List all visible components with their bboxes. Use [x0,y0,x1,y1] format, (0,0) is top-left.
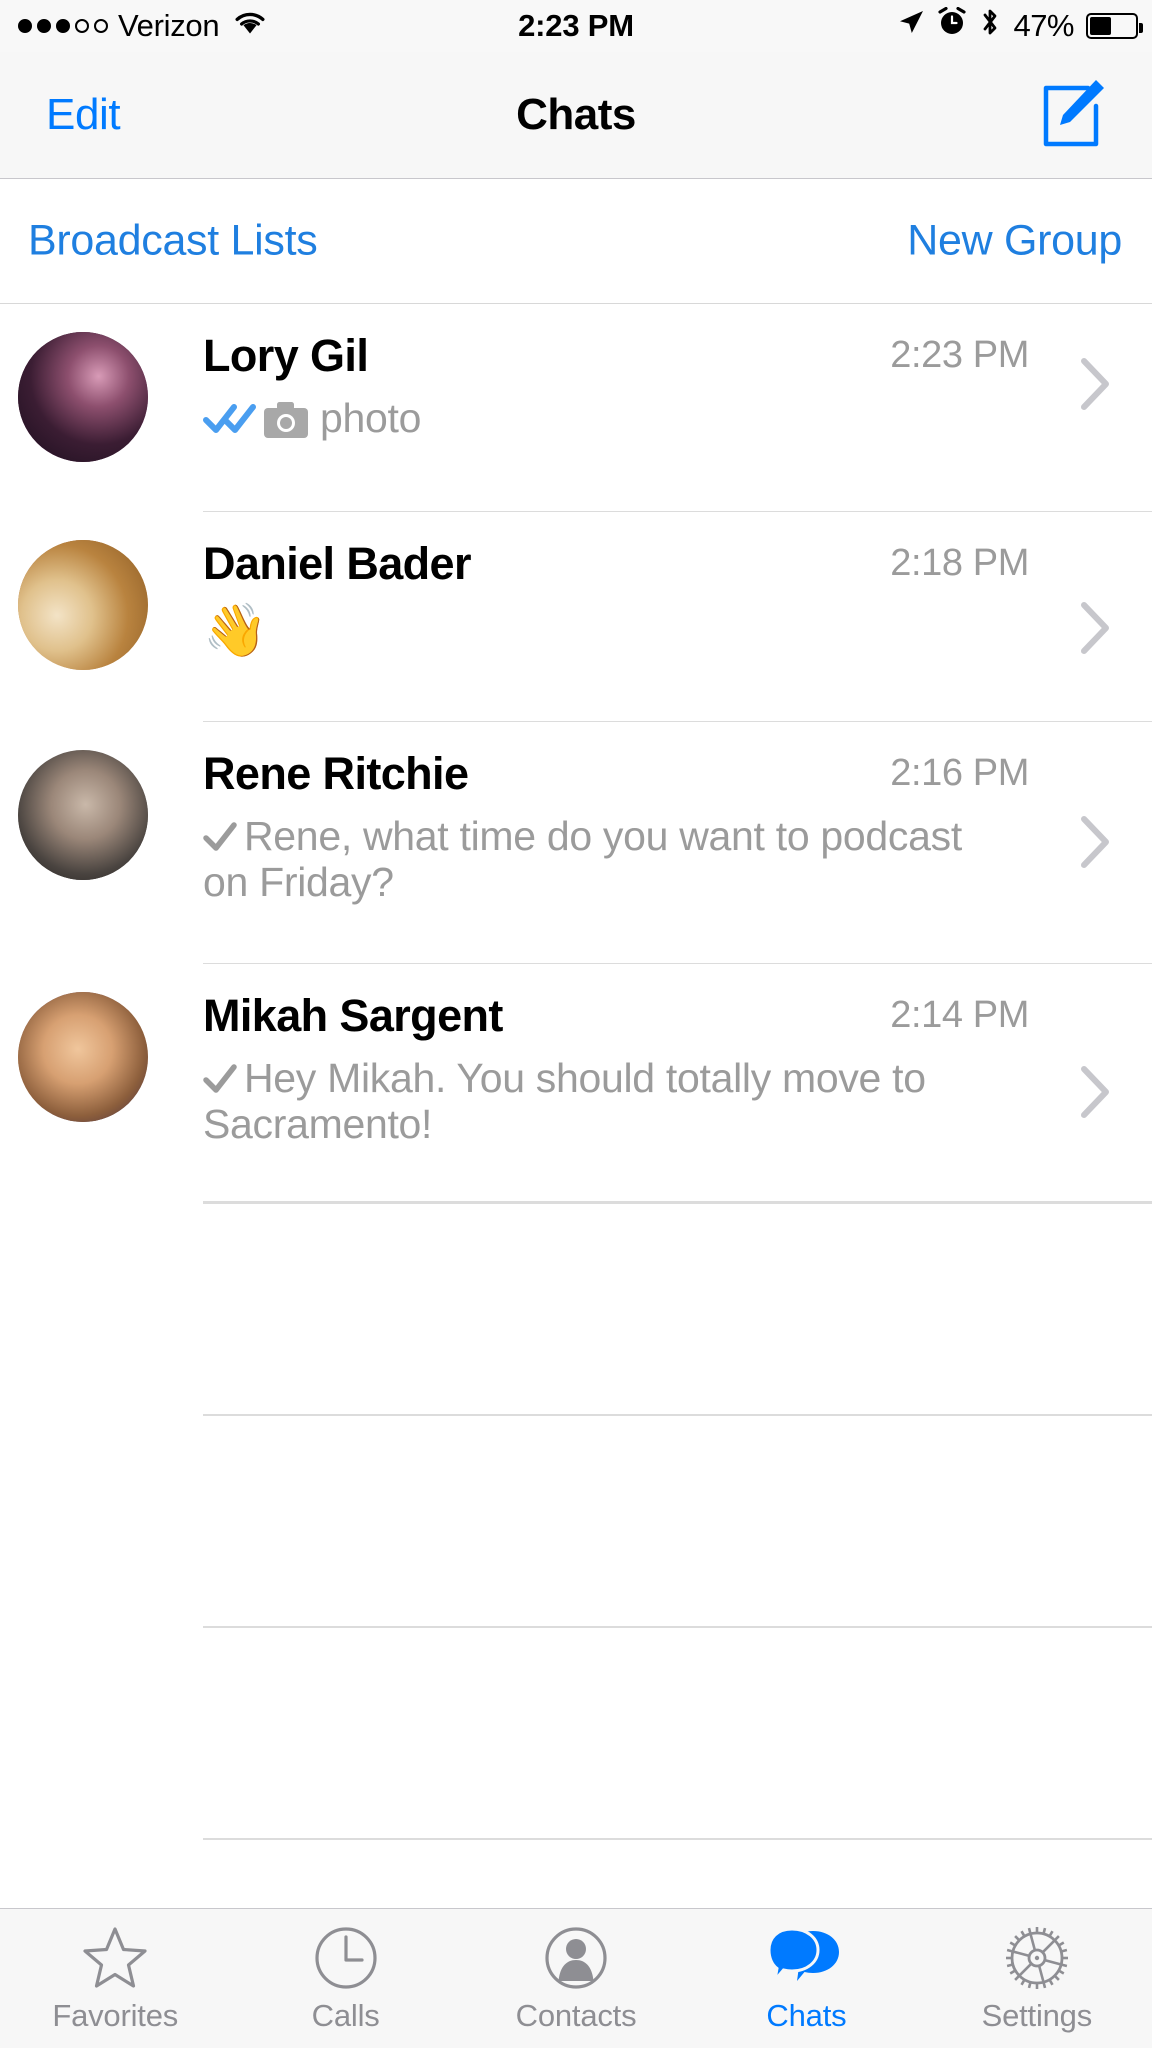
tab-bar[interactable]: Favorites Calls Contacts Chats Settings [0,1908,1152,2048]
camera-icon [264,402,308,446]
chat-preview: Rene, what time do you want to podcast o… [203,815,1152,903]
tab-settings[interactable]: Settings [922,1909,1152,2048]
tab-label: Chats [766,1997,847,2033]
chevron-right-icon [1078,1064,1112,1125]
tab-label: Favorites [52,1997,179,2033]
gear-icon [1004,1924,1070,1992]
chat-row-body: Mikah Sargent 2:14 PM Hey Mikah. You shoul… [203,990,1152,1145]
avatar[interactable] [18,992,148,1122]
chat-row-header: Lory Gil 2:23 PM [203,330,1152,384]
tab-contacts[interactable]: Contacts [461,1909,691,2048]
chat-timestamp: 2:23 PM [890,334,1029,376]
chat-preview: photo [203,397,1152,446]
chat-preview: 👋 [203,605,1152,657]
avatar[interactable] [18,750,148,880]
chevron-right-icon [1078,356,1112,417]
single-check-icon [203,1060,237,1103]
preview-emoji: 👋 [203,602,268,660]
tab-chats[interactable]: Chats [691,1909,921,2048]
tab-label: Calls [311,1997,380,2033]
chat-bubbles-icon [769,1924,843,1992]
single-check-icon [203,818,237,861]
person-icon [543,1924,609,1992]
chat-row-header: Rene Ritchie 2:16 PM [203,748,1152,802]
chat-timestamp: 2:16 PM [890,752,1029,794]
bluetooth-icon [979,7,1001,45]
chat-contact-name: Daniel Bader [203,538,472,589]
chat-preview-text: Rene, what time do you want to podcast o… [203,813,962,905]
empty-list-row [0,1202,1152,1414]
chat-row-body: Daniel Bader 2:18 PM 👋 [203,538,1152,657]
chat-row-body: Rene Ritchie 2:16 PM Rene, what time do yo… [203,748,1152,903]
whatsapp-chats-screen: Verizon 2:23 PM 47% Edit Chats Broadcast… [0,0,1152,2048]
chat-preview-text: photo [320,395,422,441]
chat-timestamp: 2:14 PM [890,994,1029,1036]
chat-contact-name: Mikah Sargent [203,990,503,1041]
chat-contact-name: Lory Gil [203,330,369,381]
chat-preview-text: Hey Mikah. You should totally move to Sa… [203,1055,926,1147]
tab-favorites[interactable]: Favorites [0,1909,230,2048]
tab-label: Contacts [515,1997,637,2033]
chat-row-body: Lory Gil 2:23 PM photo [203,330,1152,446]
chevron-right-icon [1078,600,1112,661]
status-bar: Verizon 2:23 PM 47% [0,0,1152,52]
tab-label: Settings [981,1997,1093,2033]
battery-percent-label: 47% [1013,8,1074,43]
chat-row-header: Mikah Sargent 2:14 PM [203,990,1152,1044]
avatar[interactable] [18,540,148,670]
chat-list[interactable]: Lory Gil 2:23 PM photo Daniel Bader 2:18 PM 👋… [0,304,1152,2048]
double-check-icon [203,400,257,443]
chevron-right-icon [1078,814,1112,875]
chat-preview: Hey Mikah. You should totally move to Sa… [203,1057,1152,1145]
row-separator [203,1626,1152,1628]
row-separator [203,1838,1152,1840]
navigation-bar: Edit Chats [0,52,1152,179]
clock-icon [313,1924,379,1992]
status-bar-right: 47% [897,6,1143,45]
chat-contact-name: Rene Ritchie [203,748,469,799]
alarm-clock-icon [937,6,967,45]
chat-row-header: Daniel Bader 2:18 PM [203,538,1152,592]
broadcast-lists-button[interactable]: Broadcast Lists [28,217,318,266]
row-separator [203,1414,1152,1416]
empty-list-row [0,1626,1152,1838]
empty-list-row [0,1414,1152,1626]
row-separator [203,1202,1152,1204]
location-arrow-icon [897,8,925,44]
broadcast-bar: Broadcast Lists New Group [0,179,1152,304]
battery-icon [1086,13,1143,39]
chat-row[interactable]: Lory Gil 2:23 PM photo [0,304,1152,512]
compose-icon[interactable] [1034,78,1108,157]
new-group-button[interactable]: New Group [907,217,1122,266]
chat-row[interactable]: Rene Ritchie 2:16 PM Rene, what time do yo… [0,722,1152,964]
chat-row[interactable]: Mikah Sargent 2:14 PM Hey Mikah. You shoul… [0,964,1152,1202]
tab-calls[interactable]: Calls [230,1909,460,2048]
chat-timestamp: 2:18 PM [890,542,1029,584]
avatar[interactable] [18,332,148,462]
chat-row[interactable]: Daniel Bader 2:18 PM 👋 [0,512,1152,722]
star-icon [82,1924,148,1992]
page-title: Chats [516,90,636,139]
